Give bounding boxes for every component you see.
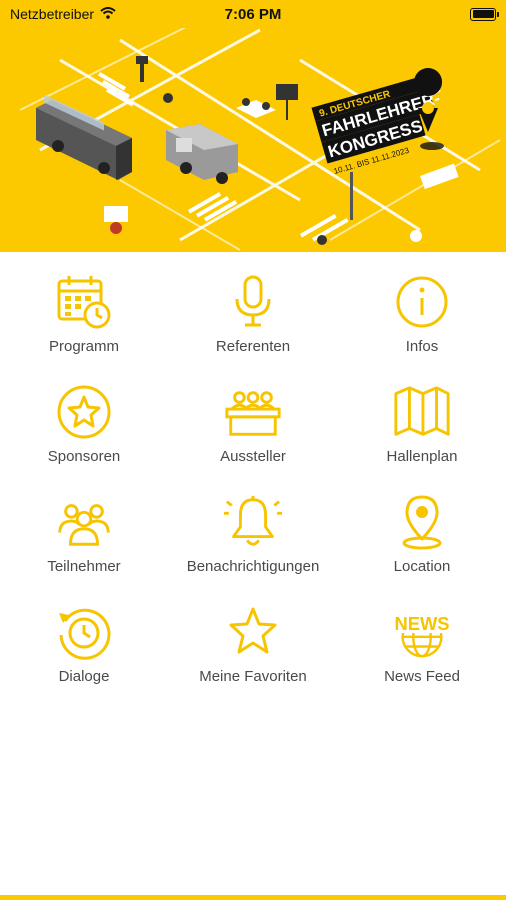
menu-item-dialoge[interactable]: Dialoge bbox=[0, 602, 168, 690]
calendar-clock-icon bbox=[54, 272, 114, 332]
menu-label: Infos bbox=[405, 338, 439, 355]
bell-icon bbox=[223, 492, 283, 552]
wifi-icon bbox=[100, 6, 116, 22]
menu-item-location[interactable]: Location bbox=[338, 492, 506, 580]
menu-label: Benachrichtigungen bbox=[186, 558, 320, 575]
menu-label: Teilnehmer bbox=[47, 558, 121, 575]
carrier-label: Netzbetreiber bbox=[10, 6, 95, 22]
menu-item-teilnehmer[interactable]: Teilnehmer bbox=[0, 492, 168, 580]
svg-text:NEWS: NEWS bbox=[394, 613, 449, 634]
menu-label: Sponsoren bbox=[47, 448, 121, 465]
menu-item-news-feed[interactable]: NEWS News Feed bbox=[338, 602, 506, 690]
hero-illustration: 9. DEUTSCHER FAHRLEHRER- KONGRESS 10.11.… bbox=[19, 19, 501, 251]
menu-item-programm[interactable]: Programm bbox=[0, 272, 168, 360]
participants-icon bbox=[54, 492, 114, 552]
main-menu-grid: Programm Referenten Infos Sponsoren Auss… bbox=[0, 272, 506, 690]
info-icon bbox=[392, 272, 452, 332]
menu-item-referenten[interactable]: Referenten bbox=[168, 272, 338, 360]
menu-item-meine-favoriten[interactable]: Meine Favoriten bbox=[168, 602, 338, 690]
location-pin-icon bbox=[392, 492, 452, 552]
menu-item-sponsoren[interactable]: Sponsoren bbox=[0, 382, 168, 470]
menu-item-benachrichtigungen[interactable]: Benachrichtigungen bbox=[168, 492, 338, 580]
star-badge-icon bbox=[54, 382, 114, 442]
menu-item-infos[interactable]: Infos bbox=[338, 272, 506, 360]
status-bar: Netzbetreiber 7:06 PM bbox=[0, 0, 506, 28]
map-icon bbox=[392, 382, 452, 442]
menu-label: Meine Favoriten bbox=[199, 668, 307, 685]
bottom-accent-line bbox=[0, 895, 506, 900]
menu-label: News Feed bbox=[384, 668, 460, 685]
menu-item-hallenplan[interactable]: Hallenplan bbox=[338, 382, 506, 470]
exhibitors-icon bbox=[223, 382, 283, 442]
menu-label: Referenten bbox=[215, 338, 291, 355]
microphone-icon bbox=[223, 272, 283, 332]
menu-label: Aussteller bbox=[220, 448, 286, 465]
menu-label: Programm bbox=[48, 338, 119, 355]
star-icon bbox=[223, 602, 283, 662]
battery-level bbox=[472, 10, 494, 18]
clock-refresh-icon bbox=[54, 602, 114, 662]
menu-label: Hallenplan bbox=[386, 448, 458, 465]
battery-icon bbox=[470, 7, 499, 21]
menu-item-aussteller[interactable]: Aussteller bbox=[168, 382, 338, 470]
news-globe-icon: NEWS bbox=[392, 602, 452, 662]
hero-banner: 9. DEUTSCHER FAHRLEHRER- KONGRESS 10.11.… bbox=[0, 0, 506, 252]
menu-label: Dialoge bbox=[58, 668, 110, 685]
menu-label: Location bbox=[393, 558, 451, 575]
